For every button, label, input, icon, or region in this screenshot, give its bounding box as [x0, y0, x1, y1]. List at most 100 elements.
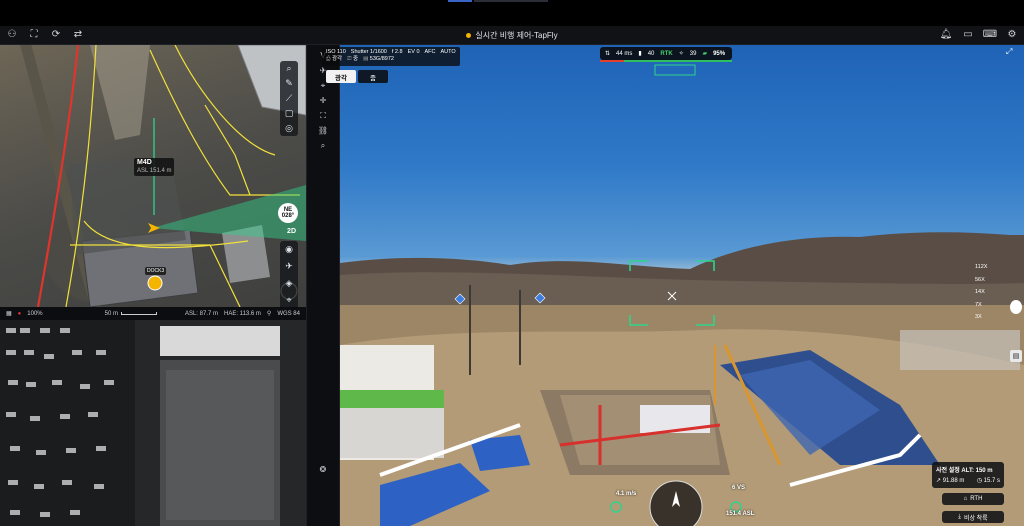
- clock-icon: ◷: [976, 478, 984, 484]
- zoom-level[interactable]: 14X: [975, 289, 987, 303]
- map-toolbar: ⌕ ✎ ⟋ ▢ ◎: [280, 61, 298, 136]
- person-icon: ⚲: [266, 311, 272, 317]
- network-icon[interactable]: ⚇: [6, 29, 18, 41]
- fpv-overlay: [0, 320, 306, 526]
- focus-mode: AFC: [424, 49, 436, 55]
- distance-value: 91.88 m: [942, 478, 965, 484]
- battery-level: 95%: [713, 50, 726, 57]
- fpv-feed[interactable]: [0, 320, 306, 526]
- satellite-count: 39: [689, 50, 697, 57]
- map-status-bar: ▦ ● 100% 50 m ASL: 87.7 m HAE: 113.6 m ⚲…: [0, 307, 306, 320]
- waypoint-icon[interactable]: ⌖: [315, 82, 331, 90]
- ruler-icon[interactable]: ⟋: [286, 94, 292, 103]
- map-datum: WGS 84: [277, 310, 300, 317]
- lens-tabs: 광각 줌: [326, 70, 388, 83]
- zoom-level[interactable]: 3X: [975, 314, 987, 328]
- search-icon[interactable]: ⌕: [315, 142, 331, 150]
- battery-icon: ▰: [702, 51, 708, 57]
- scale-bar: [121, 312, 157, 315]
- target-icon[interactable]: ◎: [285, 124, 293, 133]
- zoom-scale[interactable]: 112X 56X 14X 7X 3X: [975, 264, 987, 328]
- ev-value: EV 0: [407, 49, 420, 55]
- camera-feed[interactable]: 4.1 m/s 6 VS 151.4 ASL: [340, 45, 1024, 526]
- rooftop-inner: [166, 370, 274, 520]
- attitude-dial: [649, 480, 703, 526]
- app-toolbar: ⚇ ⛶ ⟳ ⇄ 실시간 비행 제어-TapFly 🔔︎ ▭ ⌨ ⚙: [0, 26, 1024, 45]
- camera-scene: [340, 64, 1024, 526]
- pen-icon[interactable]: ✎: [285, 79, 293, 88]
- status-dot: [466, 33, 472, 39]
- layers-icon[interactable]: ◈: [286, 278, 293, 289]
- sync-icon[interactable]: ⟳: [50, 29, 62, 41]
- gimbal-icon[interactable]: ❂: [315, 466, 331, 474]
- time-value: 15.7 s: [983, 478, 1000, 484]
- map-hae: HAE: 113.6 m: [224, 310, 261, 317]
- square-icon[interactable]: ▢: [285, 109, 294, 118]
- heading-box: [654, 64, 696, 76]
- link-icon: ⇅: [605, 51, 611, 57]
- rth-button[interactable]: ⌂ RTH: [942, 493, 1004, 505]
- rth-label: RTH: [970, 496, 983, 502]
- chat-icon[interactable]: ▤: [1010, 350, 1022, 362]
- plane-icon[interactable]: ✈: [285, 261, 293, 272]
- pin-icon[interactable]: ⌖: [286, 295, 291, 306]
- town-area: [900, 330, 1020, 370]
- dock-marker[interactable]: [147, 275, 163, 291]
- active-window-indicator: [448, 0, 472, 2]
- storage: ▤ 53G/8972: [363, 56, 394, 63]
- signal-strength: 40: [647, 50, 655, 57]
- distance: ↗ 91.88 m: [936, 477, 964, 484]
- green-facade: [340, 390, 444, 408]
- drone-label[interactable]: M4D ASL 151.4 m: [134, 158, 175, 177]
- osd-vs: 6 VS: [732, 485, 746, 491]
- camera-mode-2: ⎚ 중: [347, 56, 358, 63]
- rtk-status: RTK: [660, 50, 673, 57]
- view-mode-toggle[interactable]: 2D: [287, 228, 296, 235]
- flight-status-bar[interactable]: ⇅ 44 ms ▮ 40 RTK ✧ 39 ▰ 95%: [600, 47, 732, 60]
- camera-mode-2-label: 중: [353, 56, 359, 63]
- zoom-level[interactable]: 112X: [975, 264, 987, 278]
- swap-icon[interactable]: ⇄: [72, 29, 84, 41]
- white-balance: AUTO: [440, 49, 456, 55]
- drone-name: M4D: [137, 159, 152, 166]
- camera-side-toolbar: V ✈ ⌖ ✛ ⛶ ⛓ ⌕ ❂: [306, 45, 340, 526]
- settings-icon[interactable]: ⚙: [1006, 29, 1018, 41]
- fullscreen-icon[interactable]: ⤢: [1006, 47, 1012, 57]
- frame-icon[interactable]: ⛶: [315, 112, 331, 120]
- landing-icon: ⤓: [958, 513, 961, 520]
- route-icon[interactable]: ⛶: [28, 29, 40, 41]
- distance-icon: ↗: [936, 478, 943, 484]
- map-scale-label: 50 m: [104, 310, 118, 317]
- tab-wide[interactable]: 광각: [326, 70, 356, 83]
- tab-zoom[interactable]: 줌: [358, 70, 388, 83]
- time: ◷ 15.7 s: [977, 477, 1000, 484]
- crosshair-icon[interactable]: ✛: [315, 97, 331, 105]
- emergency-landing-button[interactable]: ⤓ 비상 착륙: [942, 511, 1004, 523]
- aperture-value: f 2.8: [391, 49, 403, 55]
- route-line: [204, 104, 251, 196]
- signal-icon: ▮: [638, 51, 642, 57]
- locate-icon[interactable]: ◉: [285, 244, 293, 255]
- camera-parameters[interactable]: ISO 110 Shutter 1/1600 f 2.8 EV 0 AFC AU…: [322, 47, 460, 66]
- search-icon[interactable]: ⌕: [286, 64, 291, 73]
- camera-mode-1-label: 광각: [331, 56, 343, 63]
- map-side-toolbar: ◉ ✈ ◈ ⌖ + −: [280, 241, 298, 307]
- home-icon: ⌂: [963, 496, 968, 502]
- emergency-label: 비상 착륙: [963, 515, 988, 522]
- storage-value: 53G/8972: [369, 56, 394, 63]
- layout-icon[interactable]: ▭: [962, 29, 974, 41]
- window-title: 실시간 비행 제어-TapFly: [0, 30, 1024, 41]
- keyboard-icon[interactable]: ⌨: [983, 29, 997, 41]
- map-zoom-level: 100%: [27, 310, 43, 317]
- map-panel[interactable]: M4D ASL 151.4 m DOCK3 ⌕ ✎ ⟋ ▢ ◎ NE 028° …: [0, 45, 306, 307]
- compass[interactable]: NE 028°: [278, 203, 298, 223]
- signal-bar: [600, 60, 732, 62]
- map-asl: ASL: 87.7 m: [184, 310, 218, 317]
- zoom-slider-handle[interactable]: [1010, 300, 1022, 314]
- preset-altitude-card: 사전 설정 ALT: 150 m ↗ 91.88 m ◷ 15.7 s: [932, 462, 1004, 488]
- bell-icon[interactable]: 🔔︎: [940, 29, 953, 41]
- link-icon[interactable]: ⛓: [315, 127, 331, 135]
- map-grid-icon[interactable]: ▦: [6, 310, 12, 317]
- latency: 44 ms: [616, 50, 633, 57]
- dock-label: DOCK3: [145, 267, 167, 275]
